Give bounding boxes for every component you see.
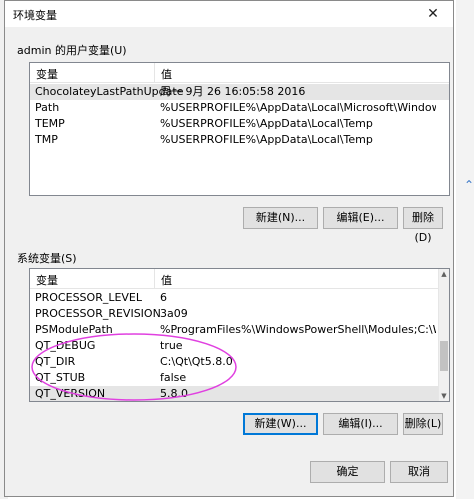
system-delete-button[interactable]: 删除(L) bbox=[403, 413, 443, 435]
table-row[interactable]: ChocolateyLastPathUpdate 周一 9月 26 16:05:… bbox=[30, 84, 449, 100]
background-window-right bbox=[456, 0, 474, 499]
table-row[interactable]: QT_STUB false bbox=[30, 370, 440, 386]
variable-value: C:\Qt\Qt5.8.0 bbox=[160, 355, 233, 368]
variable-value: %USERPROFILE%\AppData\Local\Microsoft\Wi… bbox=[160, 101, 436, 114]
variable-name: QT_VERSION bbox=[35, 387, 106, 400]
system-edit-button[interactable]: 编辑(I)... bbox=[323, 413, 398, 435]
user-new-button[interactable]: 新建(N)... bbox=[243, 207, 318, 229]
system-vars-header: 变量 值 bbox=[30, 269, 449, 289]
table-row[interactable]: QT_DEBUG true bbox=[30, 338, 440, 354]
scroll-down-icon[interactable]: ▼ bbox=[439, 391, 449, 401]
variable-name: QT_STUB bbox=[35, 371, 86, 384]
table-row[interactable]: PROCESSOR_REVISION 3a09 bbox=[30, 306, 440, 322]
variable-name: PSModulePath bbox=[35, 323, 113, 336]
variable-value: %USERPROFILE%\AppData\Local\Temp bbox=[160, 117, 373, 130]
table-row[interactable]: QT_DIR C:\Qt\Qt5.8.0 bbox=[30, 354, 440, 370]
variable-name: TEMP bbox=[35, 117, 65, 130]
column-header-variable[interactable]: 变量 bbox=[36, 66, 58, 82]
table-row[interactable]: TEMP %USERPROFILE%\AppData\Local\Temp bbox=[30, 116, 449, 132]
variable-value: true bbox=[160, 339, 183, 352]
user-vars-list[interactable]: 变量 值 ChocolateyLastPathUpdate 周一 9月 26 1… bbox=[29, 62, 450, 196]
system-vars-scrollbar[interactable]: ▲ ▼ bbox=[438, 269, 449, 401]
column-header-value[interactable]: 值 bbox=[161, 272, 172, 288]
variable-name: PROCESSOR_LEVEL bbox=[35, 291, 143, 304]
table-row[interactable]: QT_VERSION 5.8.0 bbox=[30, 386, 440, 401]
cancel-button[interactable]: 取消 bbox=[390, 461, 448, 483]
ok-button[interactable]: 确定 bbox=[310, 461, 385, 483]
variable-value: 6 bbox=[160, 291, 167, 304]
table-row[interactable]: TMP %USERPROFILE%\AppData\Local\Temp bbox=[30, 132, 449, 148]
background-arrow-icon: ⌃ bbox=[464, 178, 474, 192]
system-vars-list[interactable]: 变量 值 PROCESSOR_LEVEL 6 PROCESSOR_REVISIO… bbox=[29, 268, 450, 402]
table-row[interactable]: PSModulePath %ProgramFiles%\WindowsPower… bbox=[30, 322, 440, 338]
title-bar: 环境变量 ✕ bbox=[5, 1, 453, 27]
column-separator[interactable] bbox=[154, 269, 155, 288]
table-row[interactable]: PROCESSOR_LEVEL 6 bbox=[30, 290, 440, 306]
variable-name: Path bbox=[35, 101, 60, 114]
variable-value: 周一 9月 26 16:05:58 2016 bbox=[160, 85, 306, 98]
variable-value: %USERPROFILE%\AppData\Local\Temp bbox=[160, 133, 373, 146]
environment-variables-dialog: 环境变量 ✕ admin 的用户变量(U) 变量 值 ChocolateyLas… bbox=[4, 0, 454, 497]
variable-value: 3a09 bbox=[160, 307, 188, 320]
column-header-value[interactable]: 值 bbox=[161, 66, 172, 82]
variable-name: TMP bbox=[35, 133, 58, 146]
scroll-up-icon[interactable]: ▲ bbox=[439, 269, 449, 279]
dialog-title: 环境变量 bbox=[13, 9, 57, 22]
system-new-button[interactable]: 新建(W)... bbox=[243, 413, 318, 435]
variable-value: %ProgramFiles%\WindowsPowerShell\Modules… bbox=[160, 323, 436, 336]
user-vars-group-label: admin 的用户变量(U) bbox=[17, 44, 127, 57]
column-separator[interactable] bbox=[154, 63, 155, 82]
variable-name: PROCESSOR_REVISION bbox=[35, 307, 161, 320]
variable-value: false bbox=[160, 371, 187, 384]
system-vars-group-label: 系统变量(S) bbox=[17, 252, 77, 265]
user-edit-button[interactable]: 编辑(E)... bbox=[323, 207, 398, 229]
column-header-variable[interactable]: 变量 bbox=[36, 272, 58, 288]
variable-value: 5.8.0 bbox=[160, 387, 188, 400]
close-icon[interactable]: ✕ bbox=[419, 3, 447, 25]
user-delete-button[interactable]: 删除(D) bbox=[403, 207, 443, 244]
table-row[interactable]: Path %USERPROFILE%\AppData\Local\Microso… bbox=[30, 100, 449, 116]
variable-name: QT_DIR bbox=[35, 355, 76, 368]
scrollbar-thumb[interactable] bbox=[440, 341, 448, 371]
variable-name: QT_DEBUG bbox=[35, 339, 96, 352]
user-vars-header: 变量 值 bbox=[30, 63, 449, 83]
